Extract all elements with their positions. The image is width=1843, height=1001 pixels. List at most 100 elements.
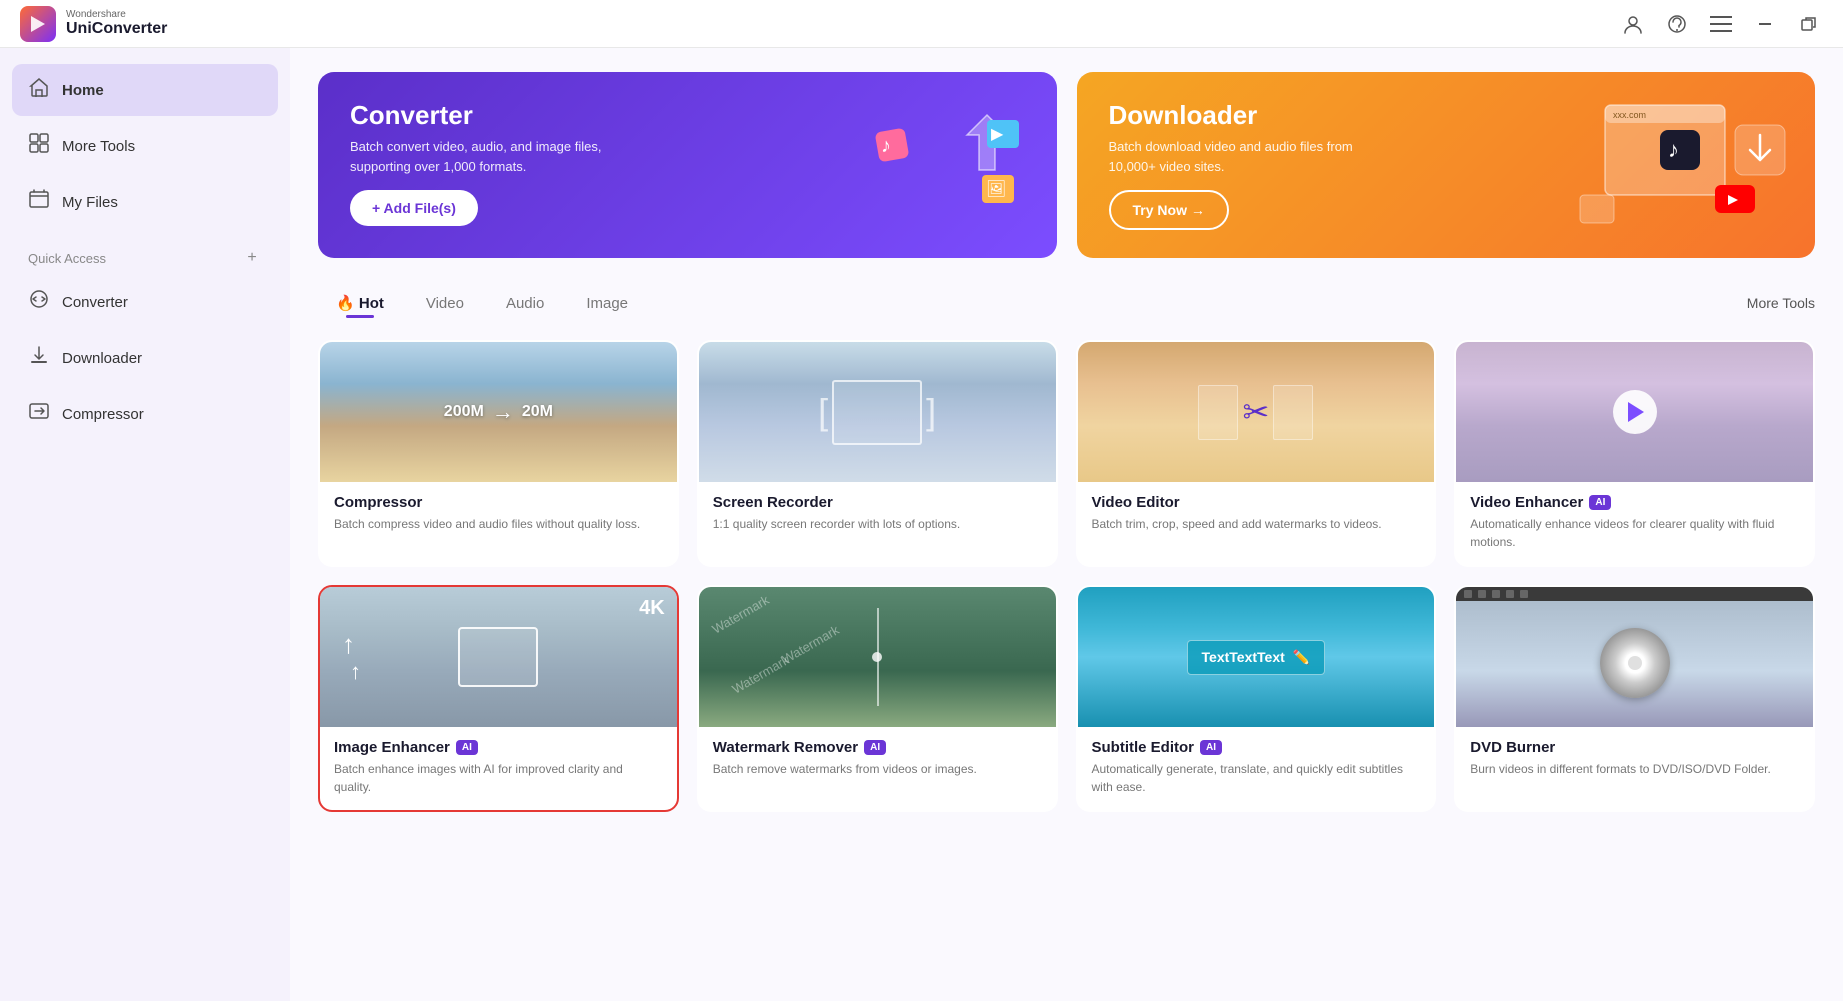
tools-grid: 200M → 20M Compressor Batch compress vid… (318, 340, 1815, 812)
menu-icon[interactable] (1707, 10, 1735, 38)
video-enhancer-title: Video Enhancer AI (1470, 494, 1799, 511)
app-logo (20, 6, 56, 42)
screen-recorder-thumb: [ ] (699, 342, 1056, 482)
support-icon[interactable] (1663, 10, 1691, 38)
logo-area: Wondershare UniConverter (20, 6, 167, 42)
tab-audio[interactable]: Audio (488, 287, 562, 320)
compress-arrow-icon: → (492, 399, 514, 425)
film-hole-3 (1492, 590, 1500, 598)
dvd-burner-desc: Burn videos in different formats to DVD/… (1470, 760, 1799, 778)
video-enhancer-info: Video Enhancer AI Automatically enhance … (1456, 482, 1813, 565)
tool-card-video-editor[interactable]: ✂ Video Editor Batch trim, crop, speed a… (1076, 340, 1437, 567)
dvd-disc (1600, 628, 1670, 698)
content-area: Converter Batch convert video, audio, an… (290, 48, 1843, 1001)
subtitle-sample-text: TextTextText (1202, 649, 1285, 665)
tab-hot[interactable]: 🔥 Hot (318, 286, 402, 320)
tool-card-image-enhancer[interactable]: 4K ↑ ↑ Image Enhancer AI Batch enhance i… (318, 585, 679, 812)
sidebar-item-home[interactable]: Home (12, 64, 278, 116)
watermark-remover-desc: Batch remove watermarks from videos or i… (713, 760, 1042, 778)
dvd-hole (1628, 656, 1642, 670)
video-enhancer-title-text: Video Enhancer (1470, 494, 1583, 511)
restore-button[interactable] (1795, 10, 1823, 38)
main-layout: Home More Tools (0, 48, 1843, 1001)
tab-hot-label: Hot (359, 295, 384, 312)
bracket-left: [ (818, 394, 828, 430)
converter-add-files-button[interactable]: + Add File(s) (350, 190, 478, 226)
image-enhancer-title: Image Enhancer AI (334, 739, 663, 756)
compressor-title-text: Compressor (334, 494, 422, 511)
film-hole-5 (1520, 590, 1528, 598)
video-enhancer-desc: Automatically enhance videos for clearer… (1470, 515, 1799, 551)
screen-recorder-title: Screen Recorder (713, 494, 1042, 511)
brand-small: Wondershare (66, 9, 167, 20)
tool-card-compressor[interactable]: 200M → 20M Compressor Batch compress vid… (318, 340, 679, 567)
film-hole-1 (1464, 590, 1472, 598)
tool-card-screen-recorder[interactable]: [ ] Screen Recorder 1:1 quality screen r… (697, 340, 1058, 567)
downloader-banner-desc: Batch download video and audio files fro… (1109, 137, 1389, 176)
tool-card-watermark-remover[interactable]: Watermark Watermark Watermark Watermark … (697, 585, 1058, 812)
quick-access-label: Quick Access (28, 251, 106, 266)
compressor-thumb: 200M → 20M (320, 342, 677, 482)
sidebar-item-downloader[interactable]: Downloader (12, 332, 278, 384)
my-files-icon (28, 188, 50, 216)
tool-card-video-enhancer[interactable]: Video Enhancer AI Automatically enhance … (1454, 340, 1815, 567)
film-strip-2 (1273, 385, 1313, 440)
video-editor-title-text: Video Editor (1092, 494, 1180, 511)
quick-access-header: Quick Access + (12, 240, 278, 272)
video-enhancer-ai-badge: AI (1589, 495, 1611, 510)
film-strips: ✂ (1198, 385, 1313, 440)
tool-card-subtitle-editor[interactable]: TextTextText ✏️ Subtitle Editor AI Autom… (1076, 585, 1437, 812)
watermark-remover-title-text: Watermark Remover (713, 739, 858, 756)
compress-to: 20M (522, 403, 553, 421)
dvd-thumb (1456, 587, 1813, 727)
brand-large: UniConverter (66, 20, 167, 38)
subtitle-editor-ai-badge: AI (1200, 740, 1222, 755)
image-enhancer-thumb: 4K ↑ ↑ (320, 587, 677, 727)
tab-image-label: Image (586, 295, 628, 312)
sidebar-item-my-files[interactable]: My Files (12, 176, 278, 228)
subtitle-box: TextTextText ✏️ (1187, 640, 1326, 675)
tab-audio-label: Audio (506, 295, 544, 312)
more-tools-link[interactable]: More Tools (1747, 295, 1815, 311)
video-editor-title: Video Editor (1092, 494, 1421, 511)
tool-card-dvd-burner[interactable]: DVD Burner Burn videos in different form… (1454, 585, 1815, 812)
top-bar-right (1619, 10, 1823, 38)
image-enhancer-ai-badge: AI (456, 740, 478, 755)
dvd-burner-info: DVD Burner Burn videos in different form… (1456, 727, 1813, 792)
user-icon[interactable] (1619, 10, 1647, 38)
sidebar-my-files-label: My Files (62, 194, 118, 211)
sidebar-item-converter[interactable]: Converter (12, 276, 278, 328)
home-icon (28, 76, 50, 104)
image-enhancer-title-text: Image Enhancer (334, 739, 450, 756)
subtitle-thumb: TextTextText ✏️ (1078, 587, 1435, 727)
downloader-banner: Downloader Batch download video and audi… (1077, 72, 1816, 258)
compress-size-indicator: 200M → 20M (444, 399, 553, 425)
compressor-info: Compressor Batch compress video and audi… (320, 482, 677, 547)
downloader-banner-content: Downloader Batch download video and audi… (1109, 100, 1784, 230)
film-hole-2 (1478, 590, 1486, 598)
tab-image[interactable]: Image (568, 287, 646, 320)
sidebar: Home More Tools (0, 48, 290, 1001)
pencil-icon: ✏️ (1293, 649, 1310, 666)
tab-video[interactable]: Video (408, 287, 482, 320)
sidebar-item-more-tools[interactable]: More Tools (12, 120, 278, 172)
converter-banner-title: Converter (350, 100, 1025, 131)
tabs-row: 🔥 Hot Video Audio Image More Tools (318, 286, 1815, 320)
watermark-remover-ai-badge: AI (864, 740, 886, 755)
subtitle-editor-desc: Automatically generate, translate, and q… (1092, 760, 1421, 796)
sidebar-item-compressor[interactable]: Compressor (12, 388, 278, 440)
watermark-text-1: Watermark (709, 592, 771, 637)
hero-banners: Converter Batch convert video, audio, an… (318, 72, 1815, 258)
downloader-try-now-button[interactable]: Try Now → (1109, 190, 1229, 230)
compressor-desc: Batch compress video and audio files wit… (334, 515, 663, 533)
video-editor-desc: Batch trim, crop, speed and add watermar… (1092, 515, 1421, 533)
scissors-icon: ✂ (1242, 393, 1269, 431)
sidebar-home-label: Home (62, 82, 104, 99)
quick-access-add-button[interactable]: + (242, 248, 262, 268)
converter-banner-content: Converter Batch convert video, audio, an… (350, 100, 1025, 226)
upscale-arrows: ↑ ↑ (342, 631, 361, 683)
minimize-button[interactable] (1751, 10, 1779, 38)
subtitle-editor-title: Subtitle Editor AI (1092, 739, 1421, 756)
dvd-burner-title-text: DVD Burner (1470, 739, 1555, 756)
subtitle-editor-info: Subtitle Editor AI Automatically generat… (1078, 727, 1435, 810)
